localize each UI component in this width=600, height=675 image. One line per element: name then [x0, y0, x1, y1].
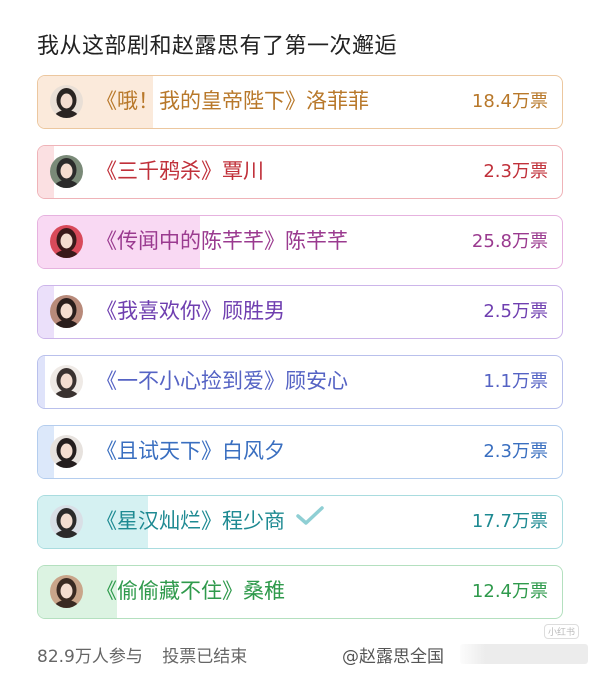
poll-footer: 82.9万人参与 投票已结束: [37, 642, 247, 667]
option-label-text: 《一不小心捡到爱》顾安心: [96, 369, 348, 393]
vote-count: 1.1万票: [483, 371, 548, 392]
option-label-text: 《哦！我的皇帝陛下》洛菲菲: [96, 89, 369, 113]
watermark-overlay: [460, 644, 588, 664]
option-label: 《我喜欢你》顾胜男: [96, 286, 285, 337]
poll-option[interactable]: 《且试天下》白风夕 2.3万票: [37, 425, 563, 479]
avatar: [50, 365, 83, 398]
poll-option[interactable]: 《三千鸦杀》覃川 2.3万票: [37, 145, 563, 199]
source-attribution[interactable]: @赵露思全国: [342, 642, 444, 667]
avatar: [50, 85, 83, 118]
poll-options: 《哦！我的皇帝陛下》洛菲菲 18.4万票 《三千鸦杀》覃川 2.3万票 《传闻中的陈芊芊…: [37, 75, 563, 635]
poll-title: 我从这部剧和赵露思有了第一次邂逅: [37, 34, 398, 59]
option-label-text: 《星汉灿烂》程少商: [96, 509, 285, 533]
poll-option[interactable]: 《我喜欢你》顾胜男 2.5万票: [37, 285, 563, 339]
option-label-text: 《三千鸦杀》覃川: [96, 159, 264, 183]
vote-count: 25.8万票: [471, 231, 548, 252]
avatar: [50, 155, 83, 188]
option-label: 《一不小心捡到爱》顾安心: [96, 356, 348, 407]
option-label-text: 《我喜欢你》顾胜男: [96, 299, 285, 323]
participant-count: 82.9万人参与: [37, 647, 143, 667]
option-label: 《三千鸦杀》覃川: [96, 146, 264, 197]
option-label: 《且试天下》白风夕: [96, 426, 285, 477]
option-label-text: 《且试天下》白风夕: [96, 439, 285, 463]
vote-count: 2.3万票: [483, 441, 548, 462]
option-label-text: 《传闻中的陈芊芊》陈芊芊: [96, 229, 348, 253]
poll-option[interactable]: 《星汉灿烂》程少商 17.7万票: [37, 495, 563, 549]
poll-option[interactable]: 《传闻中的陈芊芊》陈芊芊 25.8万票: [37, 215, 563, 269]
avatar: [50, 225, 83, 258]
option-label: 《传闻中的陈芊芊》陈芊芊: [96, 216, 348, 267]
option-label: 《偷偷藏不住》桑稚: [96, 566, 285, 617]
avatar: [50, 505, 83, 538]
option-label-text: 《偷偷藏不住》桑稚: [96, 579, 285, 603]
vote-count: 17.7万票: [471, 511, 548, 532]
option-label: 《星汉灿烂》程少商: [96, 496, 325, 547]
vote-count: 2.3万票: [483, 161, 548, 182]
option-label: 《哦！我的皇帝陛下》洛菲菲: [96, 76, 369, 127]
poll-status: 投票已结束: [162, 647, 248, 667]
poll-option[interactable]: 《一不小心捡到爱》顾安心 1.1万票: [37, 355, 563, 409]
avatar: [50, 575, 83, 608]
vote-count: 12.4万票: [471, 581, 548, 602]
poll-option[interactable]: 《哦！我的皇帝陛下》洛菲菲 18.4万票: [37, 75, 563, 129]
watermark-badge: 小红书: [544, 624, 580, 639]
vote-count: 2.5万票: [483, 301, 548, 322]
avatar: [50, 435, 83, 468]
avatar: [50, 295, 83, 328]
vote-count: 18.4万票: [471, 91, 548, 112]
poll-option[interactable]: 《偷偷藏不住》桑稚 12.4万票: [37, 565, 563, 619]
vote-share-bar: [38, 356, 46, 408]
checkmark-icon: [295, 496, 325, 546]
